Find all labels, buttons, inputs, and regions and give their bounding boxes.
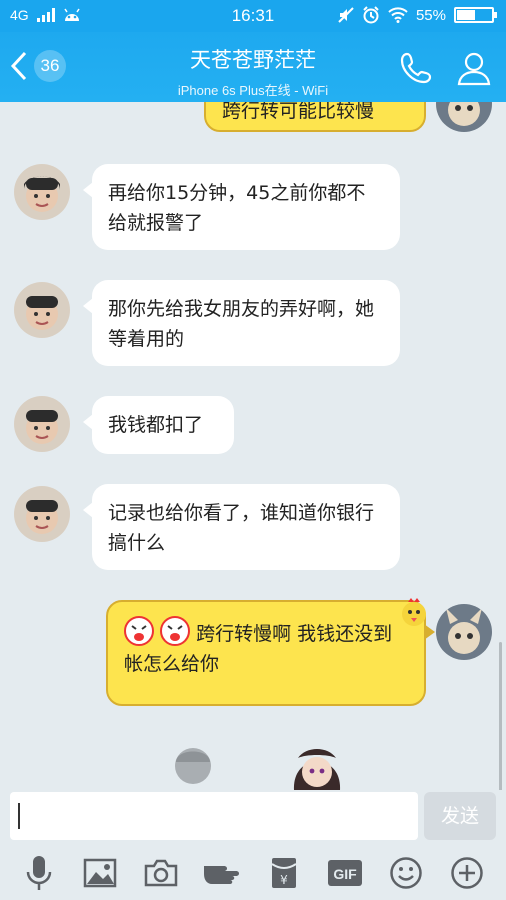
wifi-icon (388, 7, 408, 23)
input-row: 发送 (0, 790, 506, 846)
person-icon[interactable] (456, 50, 492, 86)
chat-scrollbar[interactable] (499, 642, 502, 790)
message-bubble-contact[interactable]: 再给你15分钟，45之前你都不给就报警了 (83, 164, 400, 250)
bubble-chick-decoration-icon (402, 598, 426, 626)
gif-label: GIF (333, 866, 357, 882)
alarm-icon (363, 6, 379, 24)
image-icon[interactable] (80, 853, 120, 893)
girl-figure-icon (293, 749, 341, 790)
contact-avatar[interactable] (14, 396, 70, 452)
send-button[interactable]: 发送 (424, 792, 496, 840)
status-bar: 4G 16:31 55% (0, 0, 506, 32)
battery-fill (457, 10, 475, 20)
chat-title-block[interactable]: 天苍苍野茫茫 iPhone 6s Plus在线 - WiFi (120, 44, 386, 99)
contact-name: 天苍苍野茫茫 (190, 48, 316, 72)
smiley-icon[interactable] (386, 853, 426, 893)
message-text: 跨行转可能比较慢 (222, 102, 375, 122)
crying-emoji-icon (160, 616, 191, 646)
message-text: 再给你15分钟，45之前你都不给就报警了 (108, 182, 366, 234)
message-text: 那你先给我女朋友的弄好啊，她等着用的 (108, 298, 375, 350)
text-caret (18, 803, 20, 829)
message-bubble-contact[interactable]: 记录也给你看了，谁知道你银行搞什么 (83, 484, 400, 570)
microphone-icon[interactable] (19, 853, 59, 893)
camera-icon[interactable] (141, 853, 181, 893)
message-bubble-mine[interactable]: 跨行转可能比较慢 (204, 102, 426, 132)
red-envelope-icon[interactable]: ¥ (264, 853, 304, 893)
contact-avatar[interactable] (14, 164, 70, 220)
message-input[interactable] (10, 792, 418, 840)
message-text: 记录也给你看了，谁知道你银行搞什么 (108, 502, 375, 554)
message-bubble-contact[interactable]: 那你先给我女朋友的弄好啊，她等着用的 (83, 280, 400, 366)
message-text: 我钱都扣了 (108, 414, 204, 436)
phone-icon[interactable] (398, 50, 434, 86)
my-avatar[interactable] (436, 102, 492, 132)
my-avatar[interactable] (436, 604, 492, 660)
hand-pointer-icon[interactable] (202, 853, 242, 893)
message-bubble-contact[interactable]: 我钱都扣了 (83, 396, 234, 454)
mute-icon (338, 7, 354, 23)
contact-avatar[interactable] (14, 282, 70, 338)
svg-text:¥: ¥ (280, 873, 288, 887)
back-button[interactable]: 36 (10, 50, 66, 82)
chevron-left-icon (10, 51, 27, 81)
chat-message-list[interactable]: 跨行转可能比较慢 再给你15分钟，45之前你都不给就报警了 那你先给我女朋友的弄… (0, 102, 506, 790)
unread-count-badge: 36 (34, 50, 66, 82)
battery-icon (454, 7, 497, 23)
chat-header: 36 天苍苍野茫茫 iPhone 6s Plus在线 - WiFi (0, 32, 506, 102)
crying-emoji-icon (124, 616, 154, 646)
plus-icon[interactable] (447, 853, 487, 893)
battery-percent: 55% (415, 6, 446, 24)
input-toolbar: ¥ GIF (0, 846, 506, 900)
gif-icon[interactable]: GIF (325, 853, 365, 893)
status-right: 55% (338, 6, 497, 24)
message-bubble-mine[interactable]: 跨行转慢啊 我钱还没到帐怎么给你 (106, 600, 435, 706)
contact-avatar[interactable] (14, 486, 70, 542)
contact-status: iPhone 6s Plus在线 - WiFi (177, 83, 329, 98)
gray-figure-icon (175, 748, 211, 784)
